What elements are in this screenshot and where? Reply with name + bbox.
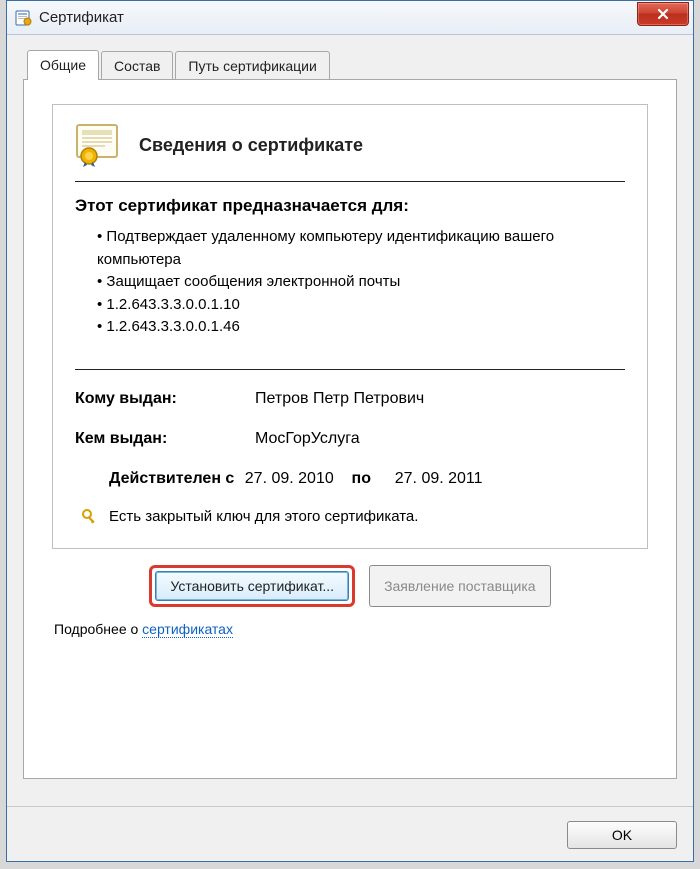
ok-button[interactable]: OK bbox=[567, 821, 677, 849]
window-title: Сертификат bbox=[39, 9, 124, 26]
issued-by-label: Кем выдан: bbox=[75, 430, 255, 448]
issued-by-value: МосГорУслуга bbox=[255, 430, 625, 448]
key-icon bbox=[81, 508, 99, 526]
learn-more-prefix: Подробнее о bbox=[54, 621, 142, 637]
purpose-item: Подтверждает удаленному компьютеру идент… bbox=[97, 226, 625, 271]
learn-more-row: Подробнее о сертификатах bbox=[54, 621, 650, 637]
private-key-row: Есть закрытый ключ для этого сертификата… bbox=[81, 508, 625, 526]
valid-from-label: Действителен с bbox=[109, 470, 234, 487]
certificate-app-icon bbox=[15, 9, 33, 27]
private-key-note: Есть закрытый ключ для этого сертификата… bbox=[109, 508, 418, 525]
tab-panel-general: Сведения о сертификате Этот сертификат п… bbox=[23, 79, 677, 779]
issued-to-label: Кому выдан: bbox=[75, 390, 255, 408]
highlight-annotation: Установить сертификат... bbox=[149, 565, 355, 607]
valid-from-value: 27. 09. 2010 bbox=[245, 470, 334, 487]
client-area: Общие Состав Путь сертификации bbox=[7, 35, 693, 793]
tab-details[interactable]: Состав bbox=[101, 51, 173, 80]
purpose-item: Защищает сообщения электронной почты bbox=[97, 271, 625, 294]
valid-to-value: 27. 09. 2011 bbox=[395, 470, 483, 487]
tab-strip: Общие Состав Путь сертификации bbox=[27, 49, 677, 79]
valid-to-label: по bbox=[352, 470, 371, 487]
tab-cert-path[interactable]: Путь сертификации bbox=[175, 51, 329, 80]
cert-info-title: Сведения о сертификате bbox=[139, 135, 363, 156]
certificates-link[interactable]: сертификатах bbox=[142, 621, 233, 638]
issued-to-value: Петров Петр Петрович bbox=[255, 390, 625, 408]
issued-to-row: Кому выдан: Петров Петр Петрович bbox=[75, 390, 625, 408]
close-button[interactable] bbox=[637, 2, 689, 26]
tab-general[interactable]: Общие bbox=[27, 50, 99, 80]
issued-by-row: Кем выдан: МосГорУслуга bbox=[75, 430, 625, 448]
action-buttons: Установить сертификат... Заявление поста… bbox=[50, 565, 650, 607]
divider bbox=[75, 181, 625, 182]
purpose-heading: Этот сертификат предназначается для: bbox=[75, 196, 625, 216]
divider bbox=[75, 369, 625, 370]
certificate-info-box: Сведения о сертификате Этот сертификат п… bbox=[52, 104, 648, 549]
certificate-icon bbox=[75, 123, 123, 167]
purpose-list: Подтверждает удаленному компьютеру идент… bbox=[97, 226, 625, 339]
purpose-item: 1.2.643.3.3.0.0.1.46 bbox=[97, 316, 625, 339]
install-certificate-button[interactable]: Установить сертификат... bbox=[155, 571, 349, 601]
titlebar[interactable]: Сертификат bbox=[7, 1, 693, 35]
dialog-footer: OK bbox=[567, 821, 677, 849]
footer-separator bbox=[7, 806, 693, 807]
certificate-dialog: Сертификат Общие Состав Путь сертификаци… bbox=[6, 0, 694, 862]
issuer-statement-button: Заявление поставщика bbox=[369, 565, 551, 607]
validity-row: Действителен с 27. 09. 2010 по 27. 09. 2… bbox=[109, 470, 625, 488]
purpose-item: 1.2.643.3.3.0.0.1.10 bbox=[97, 294, 625, 317]
